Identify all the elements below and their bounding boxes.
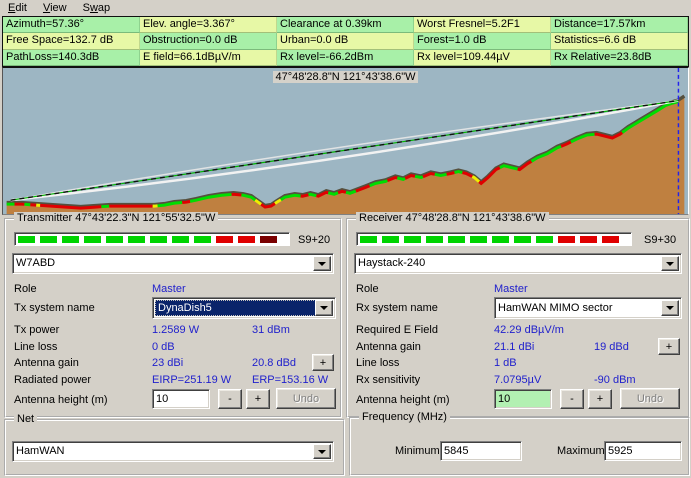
frequency-title: Frequency (MHz): [359, 411, 450, 423]
rx-undo-button[interactable]: Undo: [620, 388, 680, 409]
rx-height-minus-button[interactable]: -: [560, 389, 584, 409]
rx-system-value: HamWAN MIMO sector: [498, 302, 661, 314]
tx-antenna-gain-dbd: 20.8 dBd: [252, 357, 296, 369]
rx-signal-strength: S9+30: [644, 234, 676, 246]
net-dropdown-button[interactable]: [313, 444, 331, 459]
rx-system-label: Rx system name: [356, 302, 438, 314]
status-rx-level-uv: Rx level=109.44µV: [414, 50, 551, 66]
chevron-down-icon: [318, 262, 326, 270]
menu-edit[interactable]: Edit: [0, 1, 35, 16]
receiver-title: Receiver 47°48'28.8"N 121°43'38.6"W: [356, 212, 549, 224]
transmitter-panel: Transmitter 47°43'22.3"N 121°55'32.5"W S…: [4, 218, 342, 418]
tx-height-plus-button[interactable]: +: [246, 389, 270, 409]
menu-view[interactable]: View: [35, 1, 75, 16]
chevron-down-icon: [666, 262, 674, 270]
tx-role-label: Role: [14, 283, 37, 295]
rx-sensitivity-label: Rx sensitivity: [356, 374, 420, 386]
rx-required-e-field-label: Required E Field: [356, 324, 438, 336]
rx-role-label: Role: [356, 283, 379, 295]
tx-role-value: Master: [152, 283, 186, 295]
tx-antenna-height-label: Antenna height (m): [14, 394, 108, 406]
net-value: HamWAN: [16, 445, 313, 457]
status-obstruction: Obstruction=0.0 dB: [140, 33, 277, 49]
frequency-panel: Frequency (MHz) Minimum Maximum: [349, 417, 690, 476]
status-rx-level-dbm: Rx level=-66.2dBm: [277, 50, 414, 66]
rx-line-loss-value: 1 dB: [494, 357, 517, 369]
rx-height-plus-button[interactable]: +: [588, 389, 612, 409]
status-worst-fresnel: Worst Fresnel=5.2F1: [414, 17, 551, 33]
tx-antenna-gain-label: Antenna gain: [14, 357, 79, 369]
rx-antenna-height-label: Antenna height (m): [356, 394, 450, 406]
status-elev-angle: Elev. angle=3.367°: [140, 17, 277, 33]
rx-antenna-gain-label: Antenna gain: [356, 341, 421, 353]
tx-system-dropdown-button[interactable]: [315, 300, 333, 316]
status-statistics: Statistics=6.6 dB: [551, 33, 688, 49]
rx-system-combobox[interactable]: HamWAN MIMO sector: [494, 297, 682, 319]
tx-station-value: W7ABD: [16, 257, 313, 269]
status-forest: Forest=1.0 dB: [414, 33, 551, 49]
tx-undo-button[interactable]: Undo: [276, 388, 336, 409]
tx-power-dbm: 31 dBm: [252, 324, 290, 336]
tx-antenna-gain-dbi: 23 dBi: [152, 357, 183, 369]
tx-radiated-power-label: Radiated power: [14, 374, 91, 386]
receiver-panel: Receiver 47°48'28.8"N 121°43'38.6"W S9+3…: [346, 218, 690, 418]
tx-signal-meter: [14, 232, 290, 246]
chevron-down-icon: [318, 450, 326, 458]
rx-station-combobox[interactable]: Haystack-240: [354, 253, 682, 274]
net-panel: Net HamWAN: [4, 419, 345, 476]
rx-antenna-height-input[interactable]: [494, 389, 552, 409]
tx-height-minus-button[interactable]: -: [218, 389, 242, 409]
rx-line-loss-label: Line loss: [356, 357, 399, 369]
tx-antenna-gain-plus-button[interactable]: +: [312, 354, 334, 371]
status-distance: Distance=17.57km: [551, 17, 688, 33]
net-combobox[interactable]: HamWAN: [12, 441, 334, 462]
terrain-profile-chart[interactable]: 47°48'28.8"N 121°43'38.6"W: [2, 67, 689, 215]
link-status-grid: Azimuth=57.36° Elev. angle=3.367° Cleara…: [2, 16, 689, 67]
rx-station-dropdown-button[interactable]: [661, 256, 679, 271]
status-rx-relative: Rx Relative=23.8dB: [551, 50, 688, 66]
rx-antenna-gain-dbd: 19 dBd: [594, 341, 629, 353]
rx-signal-meter: [356, 232, 632, 246]
tx-signal-strength: S9+20: [298, 234, 330, 246]
tx-line-loss-value: 0 dB: [152, 341, 175, 353]
chevron-down-icon: [320, 306, 328, 314]
rx-system-dropdown-button[interactable]: [661, 300, 679, 316]
tx-eirp-value: EIRP=251.19 W: [152, 374, 231, 386]
rx-antenna-gain-plus-button[interactable]: +: [658, 338, 680, 355]
rx-role-value: Master: [494, 283, 528, 295]
rx-antenna-gain-dbi: 21.1 dBi: [494, 341, 534, 353]
rx-sensitivity-uv: 7.0795µV: [494, 374, 541, 386]
terrain-svg[interactable]: [3, 68, 688, 214]
status-pathloss: PathLoss=140.3dB: [3, 50, 140, 66]
tx-system-combobox[interactable]: DynaDish5: [152, 297, 336, 319]
frequency-minimum-input[interactable]: [440, 441, 522, 461]
menu-bar: Edit View Swap: [0, 0, 691, 16]
rx-station-value: Haystack-240: [358, 257, 661, 269]
tx-line-loss-label: Line loss: [14, 341, 57, 353]
tx-power-label: Tx power: [14, 324, 59, 336]
transmitter-title: Transmitter 47°43'22.3"N 121°55'32.5"W: [14, 212, 218, 224]
chevron-down-icon: [666, 306, 674, 314]
tx-system-value: DynaDish5: [155, 300, 316, 316]
rf-link-window: Edit View Swap Azimuth=57.36° Elev. angl…: [0, 0, 691, 478]
tx-station-combobox[interactable]: W7ABD: [12, 253, 334, 274]
tx-system-label: Tx system name: [14, 302, 95, 314]
frequency-maximum-input[interactable]: [604, 441, 682, 461]
rx-required-e-field-value: 42.29 dBµV/m: [494, 324, 564, 336]
status-urban: Urban=0.0 dB: [277, 33, 414, 49]
frequency-minimum-label: Minimum: [395, 445, 440, 457]
status-azimuth: Azimuth=57.36°: [3, 17, 140, 33]
tx-power-watts: 1.2589 W: [152, 324, 199, 336]
menu-swap[interactable]: Swap: [75, 1, 119, 16]
tx-station-dropdown-button[interactable]: [313, 256, 331, 271]
status-clearance: Clearance at 0.39km: [277, 17, 414, 33]
status-free-space: Free Space=132.7 dB: [3, 33, 140, 49]
net-title: Net: [14, 413, 37, 425]
tx-antenna-height-input[interactable]: [152, 389, 210, 409]
tx-erp-value: ERP=153.16 W: [252, 374, 328, 386]
frequency-maximum-label: Maximum: [557, 445, 605, 457]
status-e-field: E field=66.1dBµV/m: [140, 50, 277, 66]
rx-sensitivity-dbm: -90 dBm: [594, 374, 636, 386]
